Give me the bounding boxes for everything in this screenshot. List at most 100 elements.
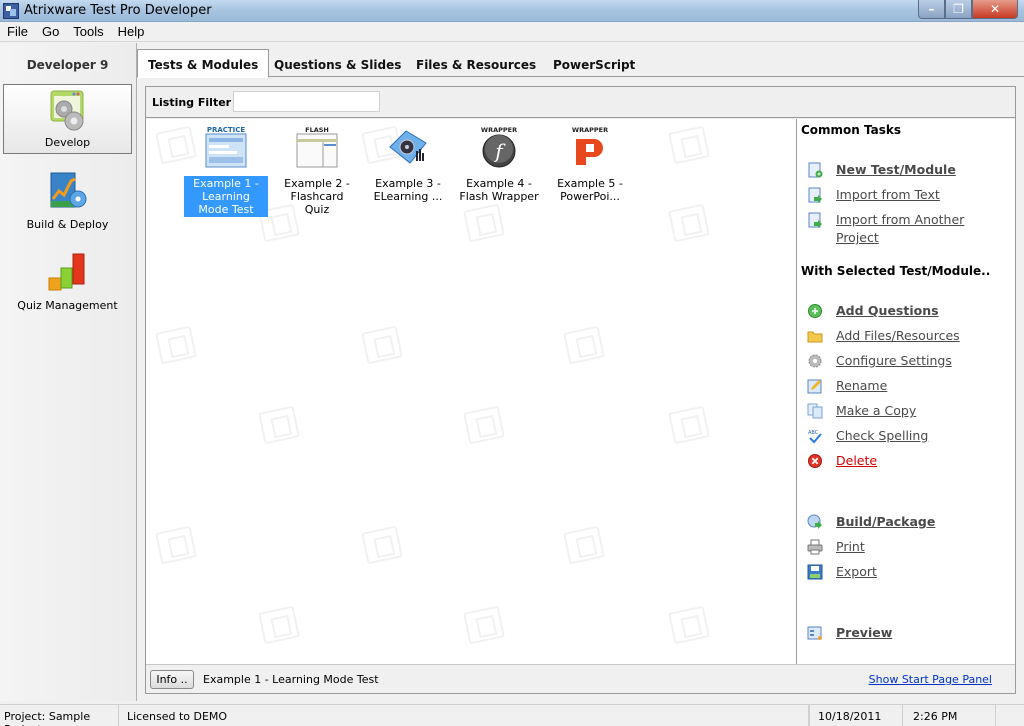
close-button[interactable]: ✕ <box>972 0 1018 19</box>
task-configure-settings[interactable]: Configure Settings <box>807 352 1012 370</box>
watermark-icon <box>563 525 605 565</box>
task-add-files-resources[interactable]: Add Files/Resources <box>807 327 1012 345</box>
task-label: Build/Package <box>836 514 936 529</box>
status-time: 2:26 PM <box>903 705 996 726</box>
window-controls: – ❐ ✕ <box>918 0 1018 19</box>
selected-tasks-heading: With Selected Test/Module.. <box>801 264 991 278</box>
module-caption: Example 1 - Learning Mode Test <box>184 176 268 217</box>
module-badge: WRAPPER <box>572 126 608 134</box>
minimize-button[interactable]: – <box>918 0 945 19</box>
practice-test-icon: PRACTICE <box>205 126 247 168</box>
task-add-questions[interactable]: Add Questions <box>807 302 1012 320</box>
task-label: Add Files/Resources <box>836 328 960 343</box>
module-item[interactable]: PRACTICE Example 1 - Learning Mode Test <box>182 125 270 217</box>
task-label: Export <box>836 564 877 579</box>
build-deploy-icon <box>50 172 87 208</box>
app-icon <box>3 3 19 19</box>
task-check-spelling[interactable]: ABC Check Spelling <box>807 427 1012 445</box>
task-label: Preview <box>836 625 893 640</box>
module-badge: PRACTICE <box>207 126 246 134</box>
menu-tools[interactable]: Tools <box>66 22 110 41</box>
watermark-icon <box>668 605 710 645</box>
watermark-icon <box>563 325 605 365</box>
module-caption: Example 4 - Flash Wrapper <box>459 177 539 203</box>
save-disk-icon <box>807 564 823 580</box>
common-tasks-heading: Common Tasks <box>801 123 902 137</box>
task-label: Import from Another Project <box>836 212 965 245</box>
tab-questions-slides[interactable]: Questions & Slides <box>264 53 411 78</box>
listing-filter-input[interactable] <box>233 91 380 112</box>
flash-wrapper-icon: WRAPPER f <box>481 126 517 168</box>
delete-icon <box>808 454 822 468</box>
task-build-package[interactable]: Build/Package <box>807 513 1012 531</box>
module-caption: Example 2 - Flashcard Quiz <box>284 177 350 216</box>
window-title: Atrixware Test Pro Developer <box>24 3 212 18</box>
watermark-icon <box>361 325 403 365</box>
task-label: Delete <box>836 453 878 468</box>
watermark-icon <box>463 203 505 243</box>
task-import-from-another-project[interactable]: Import from Another Project <box>807 211 1012 247</box>
task-label: New Test/Module <box>836 162 956 177</box>
module-item[interactable]: FLASH CARD Example 2 - Flashcard Quiz <box>273 125 361 217</box>
tab-files-resources[interactable]: Files & Resources <box>406 53 546 78</box>
restore-icon: ❐ <box>953 2 964 16</box>
module-item[interactable]: WRAPPER f Example 4 - Flash Wrapper <box>455 125 543 204</box>
task-label: Check Spelling <box>836 428 929 443</box>
watermark-icon <box>668 125 710 165</box>
task-label: Rename <box>836 378 888 393</box>
task-new-test-module[interactable]: New Test/Module <box>807 161 1012 179</box>
watermark-icon <box>668 405 710 445</box>
watermark-icon <box>463 405 505 445</box>
nav-item-quiz-management[interactable]: Quiz Management <box>3 246 132 316</box>
watermark-icon <box>155 325 197 365</box>
menu-help[interactable]: Help <box>111 22 152 41</box>
nav-header: Developer 9 <box>26 58 109 72</box>
filter-bar: Listing Filter <box>146 87 1015 118</box>
tab-tests-modules[interactable]: Tests & Modules <box>137 49 270 78</box>
watermark-icon <box>258 605 300 645</box>
menu-go[interactable]: Go <box>35 22 66 41</box>
info-button[interactable]: Info .. <box>150 670 194 689</box>
develop-gear-icon <box>50 90 84 131</box>
maximize-button[interactable]: ❐ <box>945 0 972 19</box>
module-caption: Example 5 - PowerPoi... <box>557 177 623 203</box>
copy-icon <box>807 403 823 419</box>
svg-text:ABC: ABC <box>808 430 819 436</box>
watermark-icon <box>361 525 403 565</box>
nav-item-label: Develop <box>44 136 91 149</box>
task-label: Make a Copy <box>836 403 917 418</box>
folder-icon <box>807 331 823 343</box>
task-export[interactable]: Export <box>807 563 1012 581</box>
main-panel: Listing Filter PRACTICE Example 1 - Lear… <box>145 86 1016 694</box>
watermark-icon <box>155 525 197 565</box>
nav-item-label: Build & Deploy <box>26 218 109 231</box>
module-item[interactable]: WRAPPER Example 5 - PowerPoi... <box>546 125 634 204</box>
task-preview[interactable]: Preview <box>807 624 1012 642</box>
task-import-from-text[interactable]: Import from Text <box>807 186 1012 204</box>
status-date: 10/18/2011 <box>809 705 903 726</box>
status-license: Licensed to DEMO <box>119 705 809 726</box>
powerpoint-wrapper-icon: WRAPPER <box>572 126 608 165</box>
task-make-a-copy[interactable]: Make a Copy <box>807 402 1012 420</box>
task-print[interactable]: Print <box>807 538 1012 556</box>
task-label: Configure Settings <box>836 353 952 368</box>
spellcheck-icon: ABC <box>808 430 822 444</box>
tasks-panel: Common Tasks New Test/Module Import from… <box>796 119 1015 664</box>
show-start-page-link[interactable]: Show Start Page Panel <box>869 673 992 686</box>
task-delete[interactable]: Delete <box>807 452 1012 470</box>
pencil-icon <box>807 379 822 394</box>
tab-powerscript[interactable]: PowerScript <box>543 53 645 78</box>
module-listing: PRACTICE Example 1 - Learning Mode Test … <box>146 119 796 664</box>
preview-icon <box>807 626 822 640</box>
watermark-icon <box>258 405 300 445</box>
module-item[interactable]: Example 3 - ELearning ... <box>364 125 452 204</box>
status-project: Project: Sample Project <box>0 705 119 726</box>
task-label: Add Questions <box>836 303 939 318</box>
nav-item-build-deploy[interactable]: Build & Deploy <box>3 165 132 235</box>
bottom-bar: Info .. Example 1 - Learning Mode Test S… <box>146 664 1015 693</box>
menu-file[interactable]: File <box>0 22 35 41</box>
nav-item-develop[interactable]: Develop <box>3 84 132 154</box>
watermark-icon <box>463 605 505 645</box>
printer-icon <box>807 539 823 555</box>
task-rename[interactable]: Rename <box>807 377 1012 395</box>
